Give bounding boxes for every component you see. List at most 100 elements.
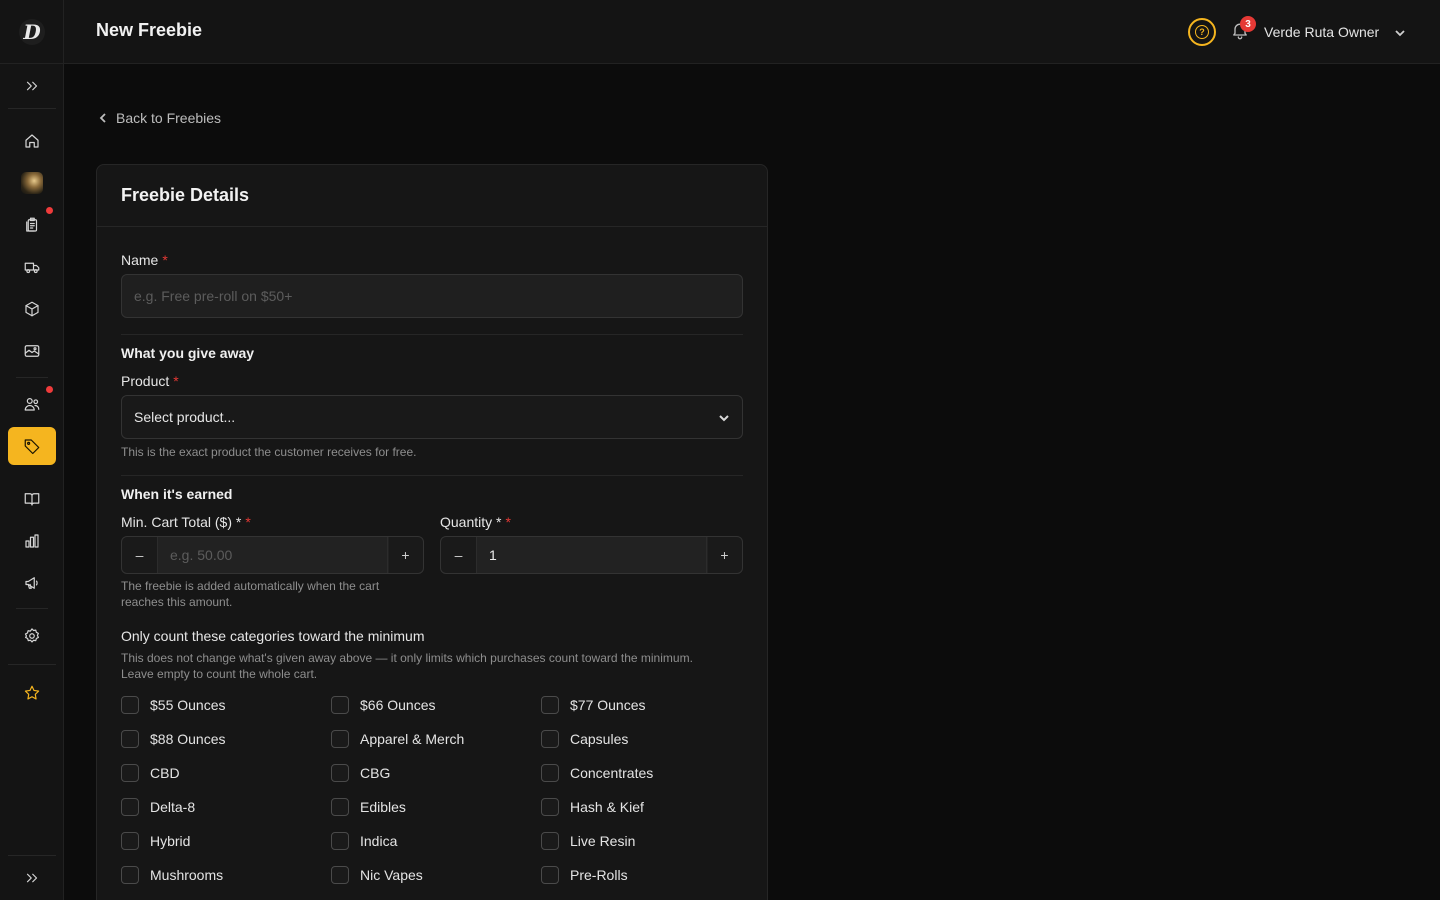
quantity-increment-button[interactable]: +: [706, 537, 742, 573]
logo-mark: D: [19, 18, 45, 45]
home-icon: [25, 134, 39, 148]
product-select[interactable]: Select product...: [121, 395, 743, 439]
sidebar-item-store[interactable]: [8, 164, 56, 202]
min-cart-input[interactable]: e.g. 50.00: [158, 537, 389, 573]
category-checkbox[interactable]: Indica: [331, 832, 397, 850]
category-label: Edibles: [360, 799, 406, 815]
product-select-value: Select product...: [134, 409, 236, 425]
quantity-decrement-button[interactable]: –: [441, 537, 477, 573]
category-checkbox[interactable]: $66 Ounces: [331, 696, 436, 714]
category-checkbox[interactable]: Delta-8: [121, 798, 195, 816]
checkbox-box[interactable]: [541, 866, 559, 884]
earned-section-title: When it's earned: [121, 486, 233, 502]
min-cart-decrement-button[interactable]: –: [122, 537, 158, 573]
sidebar-divider: [16, 377, 48, 378]
chevron-down-icon: [718, 411, 730, 423]
sidebar-item-favorites[interactable]: [8, 674, 56, 712]
category-checkbox[interactable]: $77 Ounces: [541, 696, 646, 714]
category-checkbox[interactable]: Live Resin: [541, 832, 635, 850]
section-divider: [121, 475, 743, 476]
checkbox-box[interactable]: [541, 696, 559, 714]
sidebar-divider: [16, 608, 48, 609]
sidebar-item-home[interactable]: [8, 122, 56, 160]
freebie-details-card: Freebie Details Name * e.g. Free pre-roll…: [96, 164, 768, 900]
checkbox-box[interactable]: [121, 866, 139, 884]
help-button[interactable]: ?: [1188, 18, 1216, 46]
checkbox-box[interactable]: [541, 798, 559, 816]
orders-notification-dot: [46, 207, 53, 214]
checkbox-box[interactable]: [541, 764, 559, 782]
checkbox-box[interactable]: [331, 696, 349, 714]
category-checkbox[interactable]: Pre-Rolls: [541, 866, 628, 884]
question-icon: ?: [1195, 25, 1209, 39]
min-cart-hint-line-2: reaches this amount.: [121, 595, 233, 609]
category-label: Pre-Rolls: [570, 867, 628, 883]
checkbox-box[interactable]: [331, 730, 349, 748]
category-checkbox[interactable]: Hash & Kief: [541, 798, 644, 816]
sidebar-item-analytics[interactable]: [8, 522, 56, 560]
expand-sidebar-button[interactable]: [8, 67, 56, 105]
category-checkbox[interactable]: $55 Ounces: [121, 696, 226, 714]
sidebar-item-menu[interactable]: [8, 480, 56, 518]
category-checkbox[interactable]: Nic Vapes: [331, 866, 423, 884]
sidebar-item-products[interactable]: [8, 290, 56, 328]
category-checkbox[interactable]: Hybrid: [121, 832, 190, 850]
category-checkbox[interactable]: CBG: [331, 764, 390, 782]
quantity-value: 1: [489, 547, 497, 563]
app-logo[interactable]: D: [0, 0, 64, 64]
category-checkbox[interactable]: Mushrooms: [121, 866, 223, 884]
category-label: CBD: [150, 765, 180, 781]
quantity-label: Quantity * *: [440, 514, 511, 530]
checkbox-box[interactable]: [121, 798, 139, 816]
category-label: Delta-8: [150, 799, 196, 815]
min-cart-increment-button[interactable]: +: [387, 537, 423, 573]
user-menu-name[interactable]: Verde Ruta Owner: [1264, 24, 1379, 40]
category-label: Live Resin: [570, 833, 636, 849]
category-label: Hash & Kief: [570, 799, 644, 815]
category-checkbox[interactable]: Apparel & Merch: [331, 730, 464, 748]
back-to-freebies-link[interactable]: Back to Freebies: [98, 110, 221, 126]
quantity-input[interactable]: 1: [477, 537, 708, 573]
category-checkbox[interactable]: $88 Ounces: [121, 730, 226, 748]
checkbox-box[interactable]: [331, 832, 349, 850]
product-label: Product *: [121, 373, 179, 389]
checkbox-box[interactable]: [121, 696, 139, 714]
category-checkbox[interactable]: Capsules: [541, 730, 628, 748]
categories-hint-line-1: This does not change what's given away a…: [121, 651, 693, 665]
checkbox-box[interactable]: [121, 730, 139, 748]
min-cart-stepper: – e.g. 50.00 +: [121, 536, 424, 574]
user-menu-chevron[interactable]: [1394, 26, 1406, 38]
sidebar-divider: [8, 855, 56, 856]
checkbox-box[interactable]: [331, 866, 349, 884]
category-checkbox[interactable]: Edibles: [331, 798, 406, 816]
name-input[interactable]: e.g. Free pre-roll on $50+: [121, 274, 743, 318]
expand-sidebar-footer-button[interactable]: [8, 859, 56, 897]
megaphone-icon: [25, 577, 38, 589]
gear-icon: [24, 628, 39, 643]
category-label: $77 Ounces: [570, 697, 646, 713]
users-icon: [24, 398, 40, 411]
sidebar-item-freebies[interactable]: [8, 427, 56, 465]
checkbox-box[interactable]: [331, 764, 349, 782]
checkbox-box[interactable]: [331, 798, 349, 816]
sidebar-item-marketing[interactable]: [8, 564, 56, 602]
min-cart-hint-line-1: The freebie is added automatically when …: [121, 579, 380, 593]
category-checkbox[interactable]: CBD: [121, 764, 180, 782]
checkbox-box[interactable]: [541, 832, 559, 850]
categories-title: Only count these categories toward the m…: [121, 628, 425, 644]
required-mark: *: [245, 514, 251, 530]
quantity-stepper: – 1 +: [440, 536, 743, 574]
checkbox-box[interactable]: [121, 832, 139, 850]
sidebar-divider: [8, 664, 56, 665]
category-label: Mushrooms: [150, 867, 224, 883]
checkbox-box[interactable]: [541, 730, 559, 748]
star-icon: [24, 685, 40, 700]
clipboard-icon: [26, 217, 38, 232]
category-checkbox[interactable]: Concentrates: [541, 764, 653, 782]
sidebar-item-media[interactable]: [8, 332, 56, 370]
sidebar-item-settings[interactable]: [8, 617, 56, 655]
categories-hint-line-2: Leave empty to count the whole cart.: [121, 667, 318, 681]
sidebar-item-delivery[interactable]: [8, 248, 56, 286]
checkbox-box[interactable]: [121, 764, 139, 782]
name-label: Name *: [121, 252, 168, 268]
